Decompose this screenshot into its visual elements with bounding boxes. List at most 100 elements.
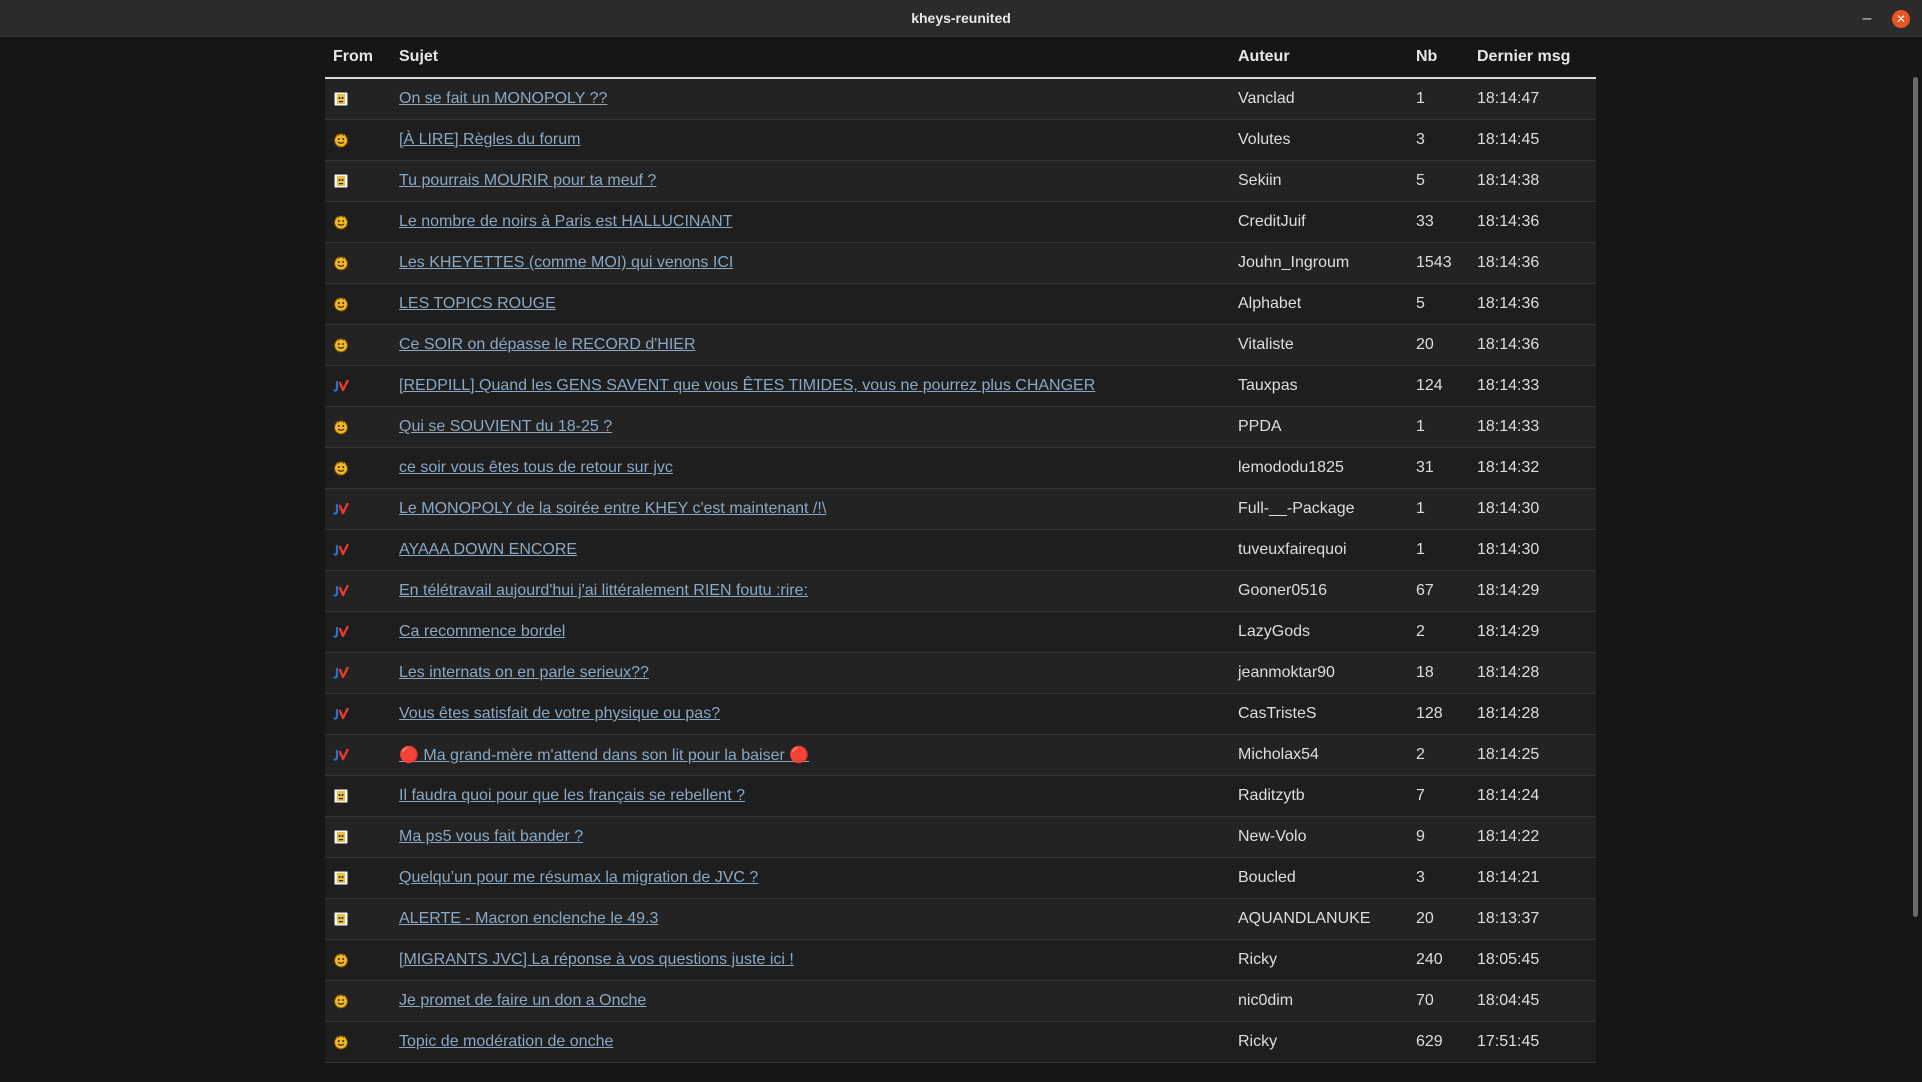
dernier-msg-cell: 18:14:36 (1469, 242, 1596, 284)
from-cell (325, 365, 391, 407)
from-cell (325, 939, 391, 981)
topic-link[interactable]: Le MONOPOLY de la soirée entre KHEY c'es… (399, 500, 826, 517)
dernier-msg-cell: 18:14:29 (1469, 611, 1596, 653)
app-window: kheys-reunited – ✕ From Sujet Auteur Nb … (0, 0, 1922, 1082)
topic-link[interactable]: Je promet de faire un don a Onche (399, 992, 646, 1009)
table-row[interactable]: Il faudra quoi pour que les français se … (325, 775, 1596, 817)
table-row[interactable]: LES TOPICS ROUGE Alphabet 5 18:14:36 (325, 283, 1596, 325)
table-row[interactable]: [À LIRE] Règles du forum Volutes 3 18:14:45 (325, 119, 1596, 161)
topic-link[interactable]: En télétravail aujourd'hui j'ai littéral… (399, 582, 808, 599)
table-row[interactable]: Qui se SOUVIENT du 18-25 ? PPDA 1 18:14:33 (325, 406, 1596, 448)
topic-link[interactable]: Les KHEYETTES (comme MOI) qui venons ICI (399, 254, 733, 271)
from-cell (325, 324, 391, 366)
dernier-msg-cell: 18:14:22 (1469, 816, 1596, 858)
nb-cell: 2 (1408, 611, 1469, 653)
dernier-msg-cell: 18:14:47 (1469, 78, 1596, 120)
auteur-cell: Jouhn_Ingroum (1230, 242, 1408, 284)
sujet-cell: Le MONOPOLY de la soirée entre KHEY c'es… (391, 488, 1230, 530)
jvc-icon (333, 664, 349, 681)
header-nb: Nb (1408, 37, 1469, 79)
table-row[interactable]: 🔴 Ma grand-mère m'attend dans son lit po… (325, 734, 1596, 776)
table-row[interactable]: Ma ps5 vous fait bander ? New-Volo 9 18:14:… (325, 816, 1596, 858)
aquali-icon (333, 869, 349, 886)
window-title: kheys-reunited (911, 10, 1011, 26)
topic-link[interactable]: 🔴 Ma grand-mère m'attend dans son lit po… (399, 747, 809, 764)
from-cell (325, 119, 391, 161)
vertical-scrollbar[interactable] (1913, 77, 1918, 917)
table-row[interactable]: [REDPILL] Quand les GENS SAVENT que vous… (325, 365, 1596, 407)
title-bar[interactable]: kheys-reunited – ✕ (0, 0, 1922, 37)
table-row[interactable]: On se fait un MONOPOLY ?? Vanclad 1 18:14:4… (325, 78, 1596, 120)
table-row[interactable]: En télétravail aujourd'hui j'ai littéral… (325, 570, 1596, 612)
dernier-msg-cell: 18:14:32 (1469, 447, 1596, 489)
from-cell (325, 201, 391, 243)
topics-table: From Sujet Auteur Nb Dernier msg On se f… (325, 37, 1596, 1063)
from-cell (325, 693, 391, 735)
dernier-msg-cell: 18:14:36 (1469, 283, 1596, 325)
table-row[interactable]: Tu pourrais MOURIR pour ta meuf ? Sekiin 5… (325, 160, 1596, 202)
table-row[interactable]: Les internats on en parle serieux?? jeanm… (325, 652, 1596, 694)
from-cell (325, 857, 391, 899)
table-row[interactable]: Je promet de faire un don a Onche nic0dim… (325, 980, 1596, 1022)
table-row[interactable]: AYAAA DOWN ENCORE tuveuxfairequoi 1 18:14:3… (325, 529, 1596, 571)
topic-link[interactable]: Quelqu’un pour me résumax la migration d… (399, 869, 758, 886)
topic-link[interactable]: On se fait un MONOPOLY ?? (399, 90, 607, 107)
close-button[interactable]: ✕ (1892, 10, 1910, 28)
topic-link[interactable]: Qui se SOUVIENT du 18-25 ? (399, 418, 612, 435)
nb-cell: 5 (1408, 160, 1469, 202)
sujet-cell: ce soir vous êtes tous de retour sur jvc (391, 447, 1230, 489)
dernier-msg-cell: 18:13:37 (1469, 898, 1596, 940)
minimize-button[interactable]: – (1856, 8, 1878, 30)
topic-list-view: From Sujet Auteur Nb Dernier msg On se f… (0, 37, 1922, 1082)
table-row[interactable]: Ca recommence bordel LazyGods 2 18:14:29 (325, 611, 1596, 653)
topic-link[interactable]: Les internats on en parle serieux?? (399, 664, 649, 681)
table-row[interactable]: Le MONOPOLY de la soirée entre KHEY c'es… (325, 488, 1596, 530)
onche-icon (333, 418, 349, 435)
sujet-cell: Ca recommence bordel (391, 611, 1230, 653)
topic-link[interactable]: Le nombre de noirs à Paris est HALLUCINA… (399, 213, 732, 230)
jvc-icon (333, 377, 349, 394)
dernier-msg-cell: 18:14:33 (1469, 365, 1596, 407)
table-row[interactable]: Les KHEYETTES (comme MOI) qui venons ICI… (325, 242, 1596, 284)
onche-icon (333, 951, 349, 968)
topic-link[interactable]: Tu pourrais MOURIR pour ta meuf ? (399, 172, 656, 189)
topic-link[interactable]: Vous êtes satisfait de votre physique ou… (399, 705, 720, 722)
table-row[interactable]: Ce SOIR on dépasse le RECORD d'HIER Vital… (325, 324, 1596, 366)
topic-link[interactable]: Ce SOIR on dépasse le RECORD d'HIER (399, 336, 696, 353)
table-row[interactable]: ce soir vous êtes tous de retour sur jvc… (325, 447, 1596, 489)
topic-link[interactable]: [REDPILL] Quand les GENS SAVENT que vous… (399, 377, 1095, 394)
topic-link[interactable]: Il faudra quoi pour que les français se … (399, 787, 745, 804)
nb-cell: 629 (1408, 1021, 1469, 1063)
nb-cell: 1 (1408, 529, 1469, 571)
table-row[interactable]: ALERTE - Macron enclenche le 49.3 AQUANDL… (325, 898, 1596, 940)
from-cell (325, 898, 391, 940)
sujet-cell: [REDPILL] Quand les GENS SAVENT que vous… (391, 365, 1230, 407)
onche-icon (333, 336, 349, 353)
table-row[interactable]: Le nombre de noirs à Paris est HALLUCINA… (325, 201, 1596, 243)
topic-link[interactable]: Ca recommence bordel (399, 623, 565, 640)
table-row[interactable]: Quelqu’un pour me résumax la migration d… (325, 857, 1596, 899)
topic-link[interactable]: AYAAA DOWN ENCORE (399, 541, 577, 558)
auteur-cell: jeanmoktar90 (1230, 652, 1408, 694)
sujet-cell: Il faudra quoi pour que les français se … (391, 775, 1230, 817)
nb-cell: 3 (1408, 119, 1469, 161)
table-row[interactable]: Topic de modération de onche Ricky 629 17:5… (325, 1021, 1596, 1063)
topic-link[interactable]: LES TOPICS ROUGE (399, 295, 556, 312)
topic-link[interactable]: [À LIRE] Règles du forum (399, 131, 580, 148)
sujet-cell: ALERTE - Macron enclenche le 49.3 (391, 898, 1230, 940)
table-row[interactable]: Vous êtes satisfait de votre physique ou… (325, 693, 1596, 735)
from-cell (325, 447, 391, 489)
topic-link[interactable]: ALERTE - Macron enclenche le 49.3 (399, 910, 658, 927)
topic-link[interactable]: ce soir vous êtes tous de retour sur jvc (399, 459, 673, 476)
topic-link[interactable]: Topic de modération de onche (399, 1033, 613, 1050)
topic-link[interactable]: Ma ps5 vous fait bander ? (399, 828, 583, 845)
from-cell (325, 816, 391, 858)
table-row[interactable]: [MIGRANTS JVC] La réponse à vos question… (325, 939, 1596, 981)
nb-cell: 3 (1408, 857, 1469, 899)
dernier-msg-cell: 18:14:25 (1469, 734, 1596, 776)
dernier-msg-cell: 18:14:30 (1469, 488, 1596, 530)
from-cell (325, 570, 391, 612)
topic-link[interactable]: [MIGRANTS JVC] La réponse à vos question… (399, 951, 794, 968)
aquali-icon (333, 90, 349, 107)
auteur-cell: Full-__-Package (1230, 488, 1408, 530)
